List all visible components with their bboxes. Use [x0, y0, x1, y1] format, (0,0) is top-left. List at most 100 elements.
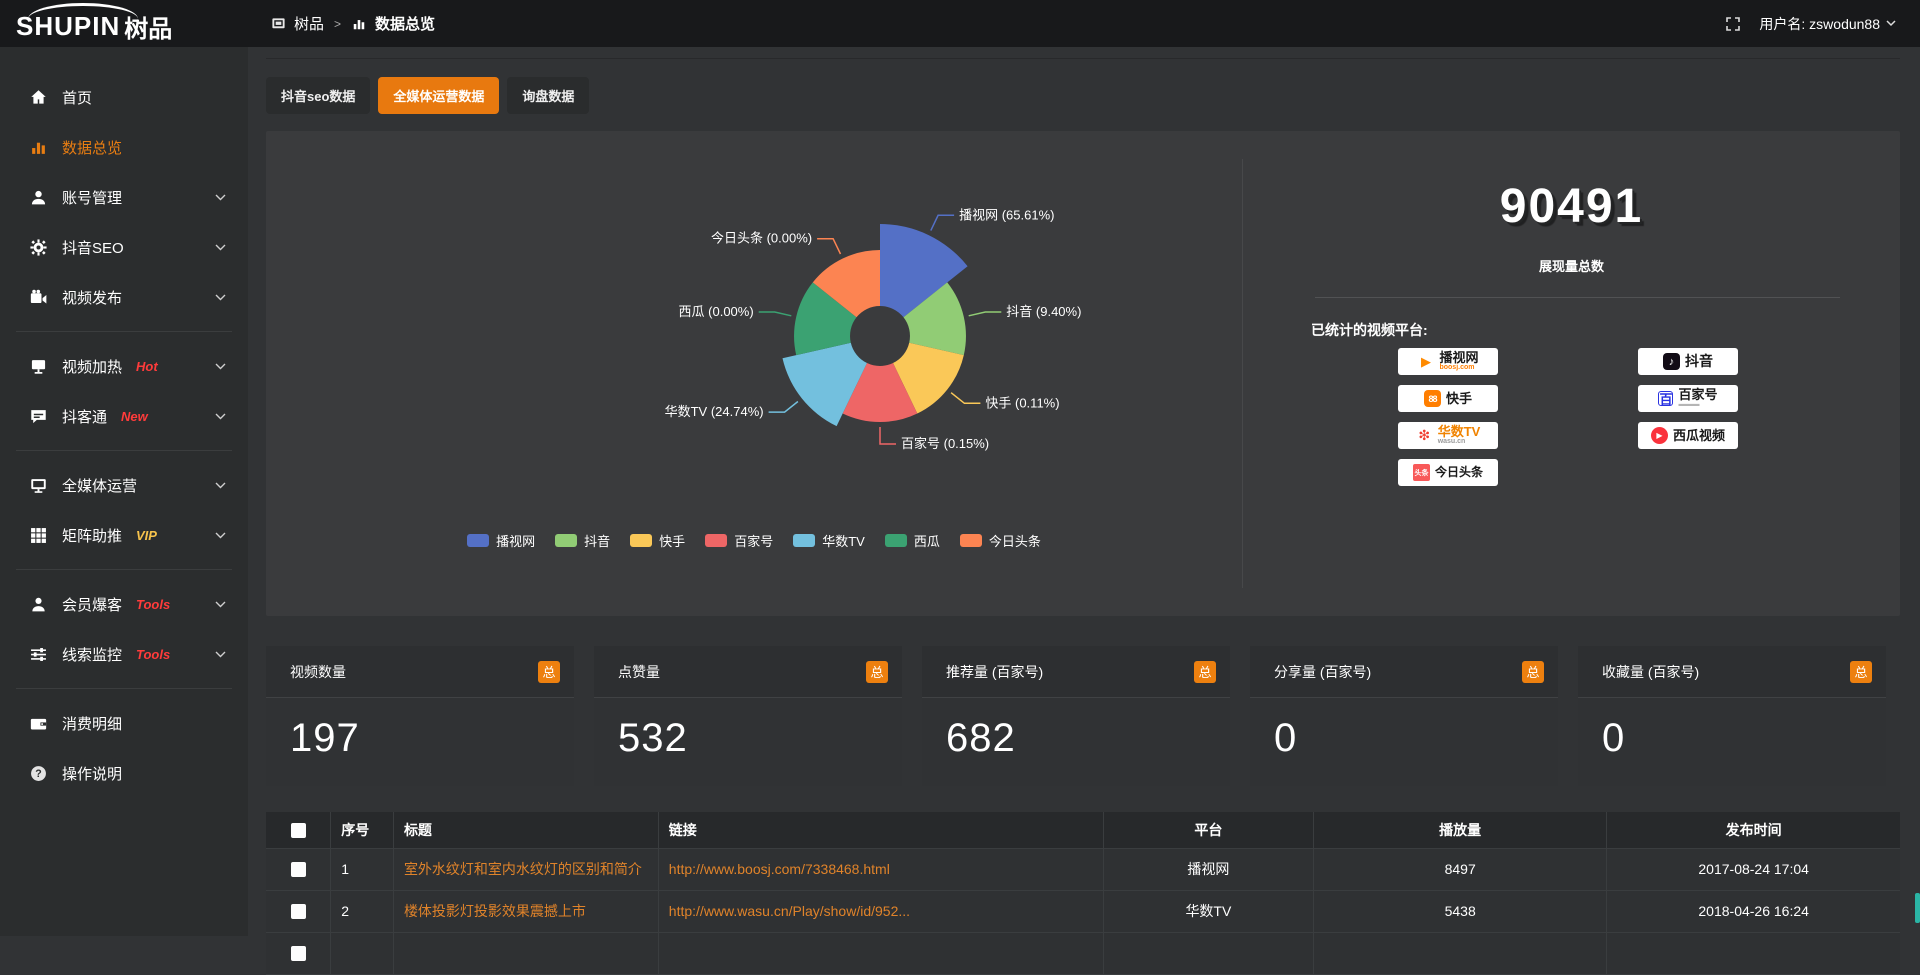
toutiao-logo-icon: 头条	[1413, 464, 1430, 481]
overview-panel: 播视网 (65.61%)抖音 (9.40%)快手 (0.11%)百家号 (0.1…	[266, 131, 1900, 616]
tab-询盘数据[interactable]: 询盘数据	[507, 77, 589, 114]
user-icon	[30, 189, 47, 206]
video-url-link[interactable]: http://www.boosj.com/7338468.html	[669, 861, 890, 877]
legend-item-西瓜[interactable]: 西瓜	[885, 531, 940, 550]
tab-抖音seo数据[interactable]: 抖音seo数据	[266, 77, 370, 114]
stat-card-header: 收藏量 (百家号) 总	[1578, 646, 1886, 698]
legend-item-播视网[interactable]: 播视网	[467, 531, 535, 550]
sidebar-item-操作说明[interactable]: ?操作说明	[0, 748, 248, 798]
stat-card-header: 视频数量总	[266, 646, 574, 698]
stat-card-视频数量: 视频数量总197	[266, 646, 574, 786]
sidebar-item-label: 抖音SEO	[62, 237, 124, 258]
cell-platform: 华数TV	[1103, 890, 1313, 932]
breadcrumb: 树品 > 数据总览	[270, 13, 435, 34]
table-row: 1室外水纹灯和室内水纹灯的区别和简介http://www.boosj.com/7…	[266, 848, 1900, 890]
monitor-icon	[30, 477, 47, 494]
bar-chart-icon	[30, 139, 47, 156]
cell-platform: 播视网	[1103, 848, 1313, 890]
chevron-down-icon	[215, 294, 226, 301]
sliders-icon	[30, 646, 47, 663]
pie-label-line	[931, 215, 954, 230]
breadcrumb-root[interactable]: 树品	[294, 13, 324, 34]
baijiahao-logo-icon: 百	[1658, 391, 1673, 406]
kuaishou-logo-icon: 88	[1424, 390, 1441, 407]
legend-swatch	[705, 534, 727, 547]
username-label: 用户名: zswodun88	[1759, 14, 1880, 34]
legend-item-华数TV[interactable]: 华数TV	[793, 531, 865, 550]
legend-label: 华数TV	[822, 531, 865, 550]
sidebar-item-抖客通[interactable]: 抖客通New	[0, 391, 248, 441]
screen-icon	[30, 358, 47, 375]
total-badge: 总	[1522, 661, 1544, 683]
select-all-checkbox[interactable]	[291, 823, 306, 838]
row-checkbox[interactable]	[291, 862, 306, 877]
legend-item-百家号[interactable]: 百家号	[705, 531, 773, 550]
sidebar-item-label: 首页	[62, 87, 92, 108]
video-url-link[interactable]: http://www.wasu.cn/Play/show/id/952...	[669, 903, 910, 919]
top-bar: SHUPIN 树品 树品 > 数据总览 用户名: zswodun88	[0, 0, 1920, 47]
topbar-right: 用户名: zswodun88	[1725, 14, 1920, 34]
sidebar-item-首页[interactable]: 首页	[0, 72, 248, 122]
wasu-logo-icon: ❇	[1416, 427, 1433, 444]
sidebar-item-视频加热[interactable]: 视频加热Hot	[0, 341, 248, 391]
row-checkbox[interactable]	[291, 904, 306, 919]
chat-icon	[30, 408, 47, 425]
sidebar-item-矩阵助推[interactable]: 矩阵助推VIP	[0, 510, 248, 560]
platform-share-chart: 播视网 (65.61%)抖音 (9.40%)快手 (0.11%)百家号 (0.1…	[266, 131, 1242, 616]
chevron-down-icon	[215, 413, 226, 420]
sidebar-item-消费明细[interactable]: 消费明细	[0, 698, 248, 748]
stat-card-title: 收藏量 (百家号)	[1602, 662, 1699, 682]
chevron-down-icon	[215, 244, 226, 251]
total-badge: 总	[1850, 661, 1872, 683]
chart-legend: 播视网 抖音 快手 百家号 华数TV 西瓜 今日头条	[266, 531, 1242, 550]
total-badge: 总	[1194, 661, 1216, 683]
stat-card-title: 视频数量	[290, 662, 346, 682]
stat-card-header: 分享量 (百家号)总	[1250, 646, 1558, 698]
video-title-link[interactable]: 室外水纹灯和室内水纹灯的区别和简介	[404, 861, 642, 877]
video-title-link[interactable]: 楼体投影灯投影效果震撼上市	[404, 903, 586, 919]
legend-item-快手[interactable]: 快手	[630, 531, 685, 550]
sidebar-item-label: 视频加热	[62, 356, 122, 377]
impressions-summary: 90491 展现量总数 已统计的视频平台: ▶播视网boosj.com88快手❇…	[1242, 159, 1900, 588]
table-header-发布时间: 发布时间	[1607, 812, 1900, 848]
sidebar: 首页数据总览账号管理抖音SEO 视频发布视频加热Hot抖客通New 全媒体运营矩阵助…	[0, 47, 248, 936]
breadcrumb-current[interactable]: 数据总览	[375, 13, 435, 34]
impressions-total-label: 展现量总数	[1243, 256, 1900, 275]
tab-全媒体运营数据[interactable]: 全媒体运营数据	[378, 77, 499, 114]
cell-plays: 8497	[1314, 848, 1607, 890]
grid-icon	[30, 527, 47, 544]
legend-item-今日头条[interactable]: 今日头条	[960, 531, 1041, 550]
platform-badge-华数TV: ❇华数TVwasu.cn	[1398, 422, 1498, 449]
stat-card-header: 推荐量 (百家号)总	[922, 646, 1230, 698]
fullscreen-icon[interactable]	[1725, 16, 1741, 32]
legend-item-抖音[interactable]: 抖音	[555, 531, 610, 550]
stat-cards-row: 视频数量总197点赞量总532推荐量 (百家号)总682分享量 (百家号)总0收…	[266, 646, 1900, 786]
user-menu[interactable]: 用户名: zswodun88	[1759, 14, 1896, 34]
sidebar-item-线索监控[interactable]: 线索监控Tools	[0, 629, 248, 679]
app-logo: SHUPIN 树品	[0, 0, 248, 47]
stat-card-value: 0	[1578, 698, 1886, 761]
sidebar-item-视频发布[interactable]: 视频发布	[0, 272, 248, 322]
cell-num: 2	[331, 890, 394, 932]
platform-badge-快手: 88快手	[1398, 385, 1498, 412]
bar-chart-icon	[351, 16, 367, 32]
pie-label: 快手 (0.11%)	[985, 395, 1059, 410]
sidebar-item-抖音SEO[interactable]: 抖音SEO	[0, 222, 248, 272]
pie-label: 西瓜 (0.00%)	[679, 304, 754, 319]
stat-card-value: 0	[1250, 698, 1558, 761]
sidebar-item-全媒体运营[interactable]: 全媒体运营	[0, 460, 248, 510]
cell-plays: 5438	[1314, 890, 1607, 932]
sidebar-divider	[16, 331, 232, 332]
sidebar-item-label: 账号管理	[62, 187, 122, 208]
pie-label-line	[880, 427, 896, 444]
table-header-row: 序号标题链接平台播放量发布时间	[266, 812, 1900, 848]
legend-label: 播视网	[496, 531, 535, 550]
sidebar-item-数据总览[interactable]: 数据总览	[0, 122, 248, 172]
sidebar-divider	[16, 688, 232, 689]
row-checkbox[interactable]	[291, 946, 306, 961]
cell-platform	[1103, 932, 1313, 974]
sidebar-item-会员爆客[interactable]: 会员爆客Tools	[0, 579, 248, 629]
platform-badge-今日头条: 头条今日头条	[1398, 459, 1498, 486]
sidebar-item-账号管理[interactable]: 账号管理	[0, 172, 248, 222]
scrollbar-thumb[interactable]	[1915, 893, 1920, 923]
